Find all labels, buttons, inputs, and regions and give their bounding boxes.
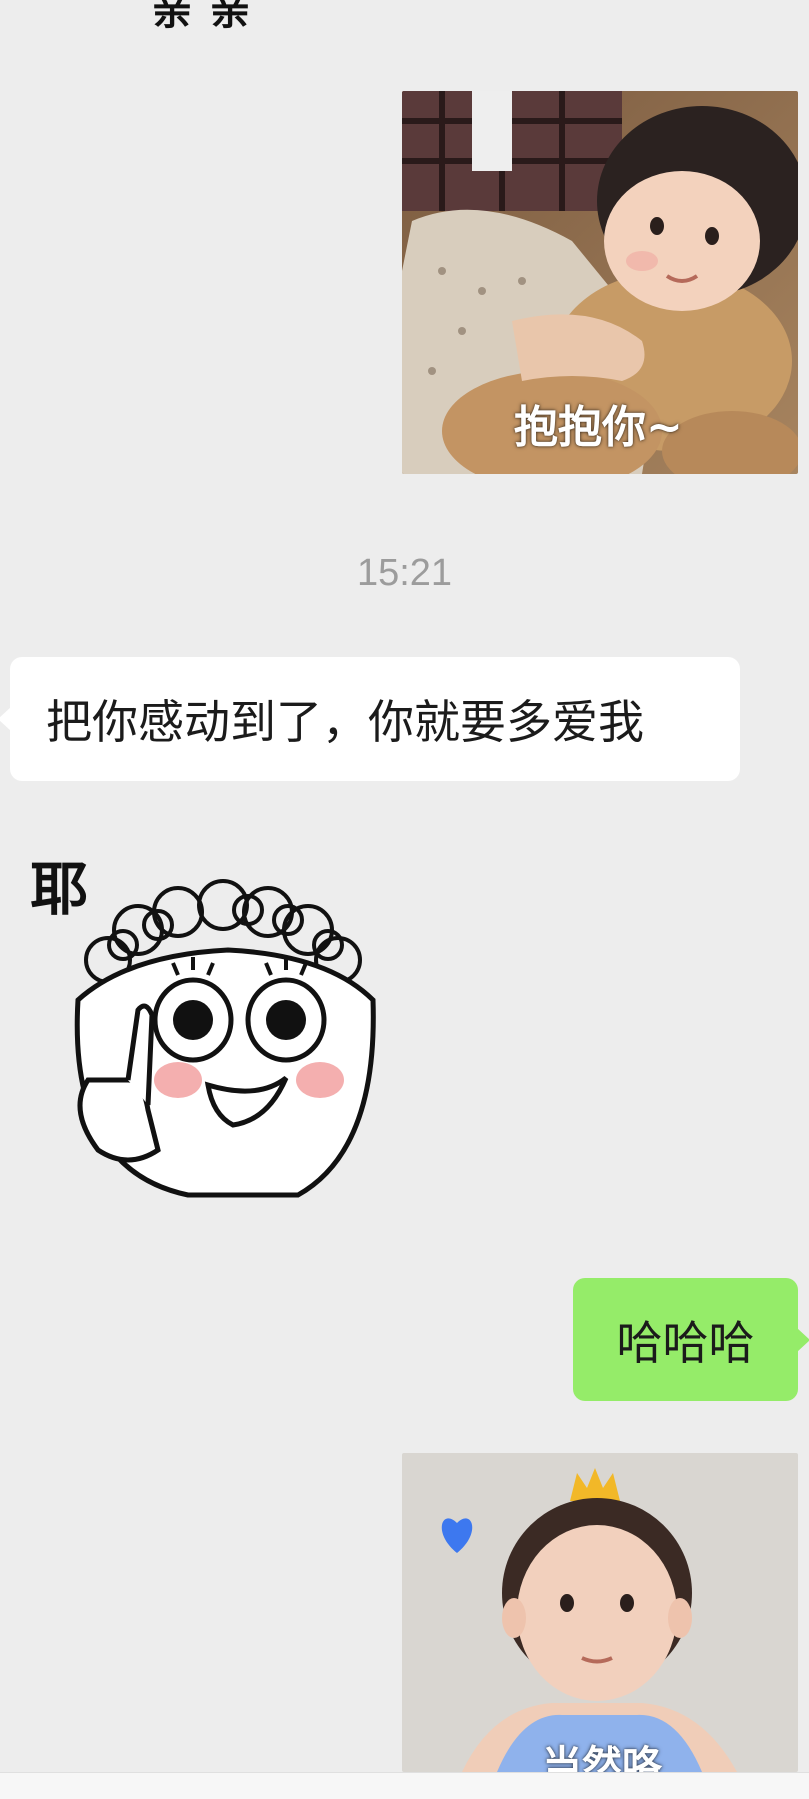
crown-girl-photo-image bbox=[402, 1453, 798, 1772]
bottom-input-bar-edge bbox=[0, 1772, 809, 1799]
top-sticker-text: 亲亲 bbox=[152, 0, 268, 34]
outgoing-message-bubble[interactable]: 哈哈哈 bbox=[573, 1278, 809, 1401]
photo-sticker-hug[interactable]: 抱抱你~ bbox=[402, 91, 798, 474]
message-timestamp: 15:21 bbox=[356, 552, 453, 594]
photo-sticker-of-course[interactable]: 当然咯 bbox=[402, 1453, 798, 1772]
outgoing-message-text: 哈哈哈 bbox=[616, 1315, 755, 1370]
cartoon-sticker-yeah[interactable]: 耶 bbox=[28, 850, 408, 1210]
sticker-caption-yeah: 耶 bbox=[30, 855, 89, 923]
incoming-message-text: 把你感动到了，你就要多爱我 bbox=[46, 695, 644, 749]
hug-sticker-caption: 抱抱你~ bbox=[514, 402, 683, 453]
crown-sticker-caption: 当然咯 bbox=[542, 1743, 662, 1772]
incoming-message-bubble[interactable]: 把你感动到了，你就要多爱我 bbox=[0, 657, 740, 781]
